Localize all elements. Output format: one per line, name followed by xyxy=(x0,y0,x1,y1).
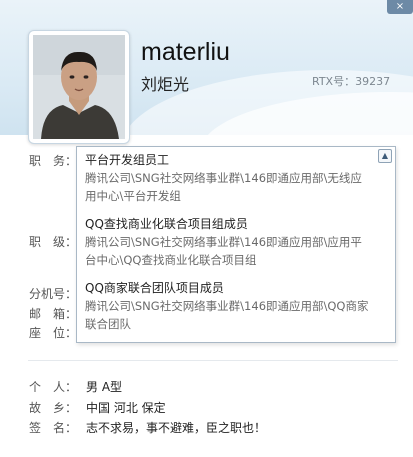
signature-label: 签 名： xyxy=(29,421,78,435)
avatar-photo xyxy=(33,35,125,139)
email-label: 邮 箱： xyxy=(29,307,78,321)
position-label: 职 务： xyxy=(29,154,78,168)
rtx-number: RTX号：39237 xyxy=(312,75,391,88)
position-item[interactable]: QQ商家联合团队项目成员 腾讯公司\SNG社交网络事业群\146即通应用部\QQ… xyxy=(85,279,385,333)
position-path: 台中心\QQ查找商业化联合项目组 xyxy=(85,253,257,267)
position-path: 腾讯公司\SNG社交网络事业群\146即通应用部\QQ商家 xyxy=(85,299,369,313)
display-name: materliu xyxy=(141,38,230,66)
hometown-value: 中国 河北 保定 xyxy=(86,401,166,415)
section-divider xyxy=(28,360,398,361)
avatar xyxy=(28,30,130,144)
position-path: 腾讯公司\SNG社交网络事业群\146即通应用部\无线应 xyxy=(85,171,362,185)
personal-value: 男 A型 xyxy=(86,380,123,394)
level-label: 职 级： xyxy=(29,235,78,249)
position-title: QQ查找商业化联合项目组成员 xyxy=(85,217,248,231)
personal-label: 个 人： xyxy=(29,380,78,394)
close-button[interactable]: × xyxy=(387,0,413,14)
position-title: 平台开发组员工 xyxy=(85,153,170,167)
position-path: 用中心\平台开发组 xyxy=(85,189,181,203)
position-title: QQ商家联合团队项目成员 xyxy=(85,281,224,295)
position-path: 联合团队 xyxy=(85,317,131,331)
extension-label: 分机号： xyxy=(29,287,78,301)
position-path: 腾讯公司\SNG社交网络事业群\146即通应用部\应用平 xyxy=(85,235,362,249)
positions-dropdown[interactable]: ▲ 平台开发组员工 腾讯公司\SNG社交网络事业群\146即通应用部\无线应 用… xyxy=(76,146,396,343)
signature-value: 志不求易，事不避难，臣之职也！ xyxy=(86,421,267,435)
chinese-name: 刘炬光 xyxy=(141,75,190,94)
position-item[interactable]: QQ查找商业化联合项目组成员 腾讯公司\SNG社交网络事业群\146即通应用部\… xyxy=(85,215,385,269)
position-item[interactable]: 平台开发组员工 腾讯公司\SNG社交网络事业群\146即通应用部\无线应 用中心… xyxy=(85,151,385,205)
hometown-label: 故 乡： xyxy=(29,401,78,415)
seat-label: 座 位： xyxy=(29,326,78,340)
